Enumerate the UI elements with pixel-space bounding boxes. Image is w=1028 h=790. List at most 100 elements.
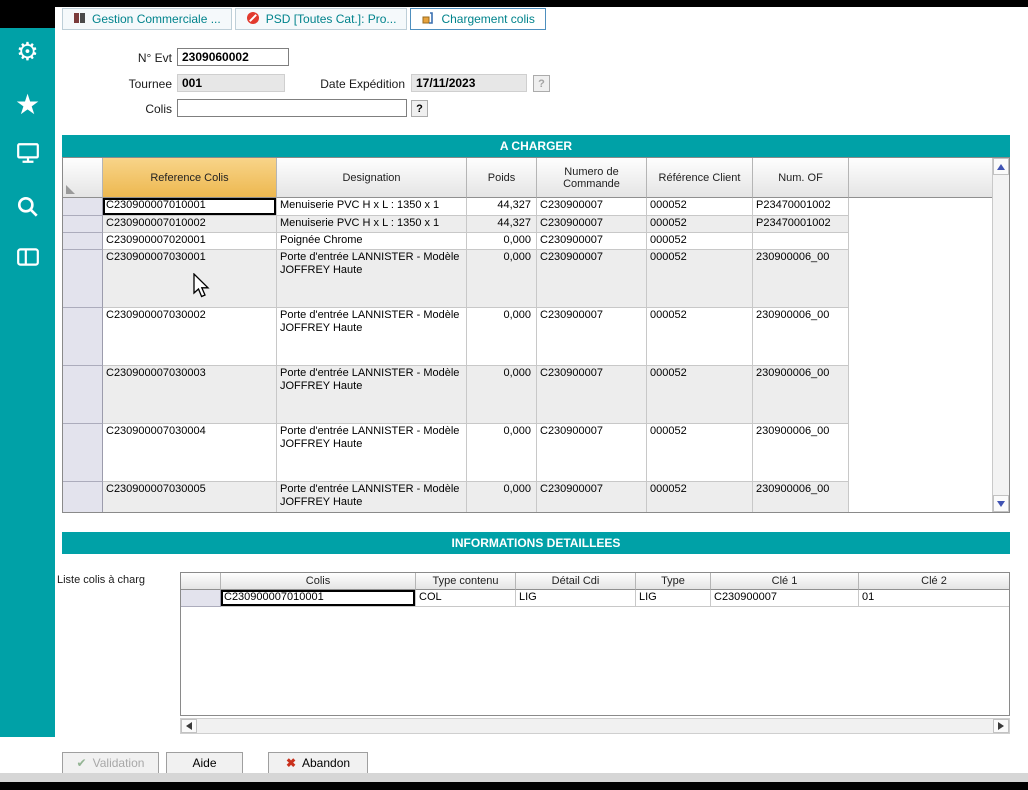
cell-num-of[interactable]: 230900006_00 — [753, 424, 849, 482]
sidebar-item-settings[interactable]: ⚙ — [0, 36, 55, 68]
cell-num-of[interactable]: P23470001002 — [753, 198, 849, 216]
validation-button[interactable]: ✔ Validation — [62, 752, 159, 774]
cell-poids[interactable]: 0,000 — [467, 482, 537, 512]
header-colis[interactable]: Colis — [221, 573, 416, 590]
row-selector[interactable] — [63, 308, 103, 366]
cell-num-of[interactable]: 230900006_00 — [753, 482, 849, 512]
header-reference-colis[interactable]: Reference Colis — [103, 158, 277, 198]
header-numero-commande[interactable]: Numero de Commande — [537, 158, 647, 198]
header-cle2[interactable]: Clé 2 — [859, 573, 1009, 590]
cell-client[interactable]: 000052 — [647, 366, 753, 424]
cell-designation[interactable]: Poignée Chrome — [277, 233, 467, 250]
date-expedition-field[interactable]: 17/11/2023 — [411, 74, 527, 92]
cell-client[interactable]: 000052 — [647, 482, 753, 512]
header-num-of[interactable]: Num. OF — [753, 158, 849, 198]
tab-gestion-commerciale[interactable]: Gestion Commerciale ... — [62, 8, 232, 30]
cell-commande[interactable]: C230900007 — [537, 233, 647, 250]
header-type-contenu[interactable]: Type contenu — [416, 573, 516, 590]
cell-designation[interactable]: Menuiserie PVC H x L : 1350 x 1 — [277, 216, 467, 233]
sidebar-item-monitor[interactable] — [0, 139, 55, 171]
row-selector[interactable] — [63, 482, 103, 512]
cell-poids[interactable]: 44,327 — [467, 216, 537, 233]
header-poids[interactable]: Poids — [467, 158, 537, 198]
header-detail-cdi[interactable]: Détail Cdi — [516, 573, 636, 590]
horizontal-scrollbar[interactable] — [180, 718, 1010, 734]
scroll-up-button[interactable] — [993, 158, 1009, 175]
cell-client[interactable]: 000052 — [647, 198, 753, 216]
cell-commande[interactable]: C230900007 — [537, 424, 647, 482]
cell-reference-colis[interactable]: C230900007030002 — [103, 308, 277, 366]
scroll-down-button[interactable] — [993, 495, 1009, 512]
cell-num-of[interactable]: 230900006_00 — [753, 366, 849, 424]
tournee-field[interactable]: 001 — [177, 74, 285, 92]
cell-poids[interactable]: 44,327 — [467, 198, 537, 216]
cell-reference-colis[interactable]: C230900007010001 — [103, 198, 277, 216]
scroll-right-button[interactable] — [993, 719, 1009, 733]
header-type[interactable]: Type — [636, 573, 711, 590]
row-selector[interactable] — [63, 198, 103, 216]
cell-reference-colis[interactable]: C230900007030005 — [103, 482, 277, 512]
cell-num-of[interactable]: 230900006_00 — [753, 250, 849, 308]
sidebar-item-search[interactable] — [0, 193, 55, 225]
details-select-all[interactable] — [181, 573, 221, 590]
cell-client[interactable]: 000052 — [647, 250, 753, 308]
cell-commande[interactable]: C230900007 — [537, 198, 647, 216]
cell-client[interactable]: 000052 — [647, 233, 753, 250]
sidebar-item-favorites[interactable]: ★ — [0, 89, 55, 121]
row-selector[interactable] — [63, 216, 103, 233]
cell-num-of[interactable]: 230900006_00 — [753, 308, 849, 366]
vertical-scrollbar[interactable] — [992, 158, 1009, 512]
row-selector[interactable] — [63, 250, 103, 308]
colis-input[interactable] — [177, 99, 407, 117]
cell-commande[interactable]: C230900007 — [537, 308, 647, 366]
cell-designation[interactable]: Porte d'entrée LANNISTER - Modèle JOFFRE… — [277, 366, 467, 424]
cell-reference-colis[interactable]: C230900007030003 — [103, 366, 277, 424]
scroll-left-button[interactable] — [181, 719, 197, 733]
cell-client[interactable]: 000052 — [647, 308, 753, 366]
aide-button[interactable]: Aide — [166, 752, 243, 774]
row-selector[interactable] — [63, 424, 103, 482]
cell-reference-colis[interactable]: C230900007030001 — [103, 250, 277, 308]
abandon-button[interactable]: ✖ Abandon — [268, 752, 368, 774]
cell-reference-colis[interactable]: C230900007010002 — [103, 216, 277, 233]
colis-help-button[interactable]: ? — [411, 100, 428, 117]
cell-commande[interactable]: C230900007 — [537, 482, 647, 512]
cell-poids[interactable]: 0,000 — [467, 424, 537, 482]
cell-cle2[interactable]: 01 — [859, 590, 1009, 607]
row-selector[interactable] — [63, 233, 103, 250]
cell-reference-colis[interactable]: C230900007030004 — [103, 424, 277, 482]
cell-poids[interactable]: 0,000 — [467, 250, 537, 308]
header-cle1[interactable]: Clé 1 — [711, 573, 859, 590]
cell-designation[interactable]: Porte d'entrée LANNISTER - Modèle JOFFRE… — [277, 424, 467, 482]
cell-commande[interactable]: C230900007 — [537, 366, 647, 424]
cell-commande[interactable]: C230900007 — [537, 250, 647, 308]
tab-chargement-colis[interactable]: Chargement colis — [410, 8, 545, 30]
cell-type-contenu[interactable]: COL — [416, 590, 516, 607]
cell-designation[interactable]: Menuiserie PVC H x L : 1350 x 1 — [277, 198, 467, 216]
cell-designation[interactable]: Porte d'entrée LANNISTER - Modèle JOFFRE… — [277, 250, 467, 308]
cell-detail-cdi[interactable]: LIG — [516, 590, 636, 607]
row-selector[interactable] — [63, 366, 103, 424]
cell-num-of[interactable] — [753, 233, 849, 250]
tab-psd[interactable]: PSD [Toutes Cat.]: Pro... — [235, 8, 408, 30]
cell-client[interactable]: 000052 — [647, 424, 753, 482]
cell-poids[interactable]: 0,000 — [467, 308, 537, 366]
cell-reference-colis[interactable]: C230900007020001 — [103, 233, 277, 250]
header-designation[interactable]: Designation — [277, 158, 467, 198]
cell-client[interactable]: 000052 — [647, 216, 753, 233]
cell-poids[interactable]: 0,000 — [467, 233, 537, 250]
row-selector[interactable] — [181, 590, 221, 607]
cell-type[interactable]: LIG — [636, 590, 711, 607]
cell-commande[interactable]: C230900007 — [537, 216, 647, 233]
cell-poids[interactable]: 0,000 — [467, 366, 537, 424]
cell-designation[interactable]: Porte d'entrée LANNISTER - Modèle JOFFRE… — [277, 482, 467, 512]
cell-colis[interactable]: C230900007010001 — [221, 590, 416, 607]
nevt-field[interactable]: 2309060002 — [177, 48, 289, 66]
cell-num-of[interactable]: P23470001002 — [753, 216, 849, 233]
date-help-button[interactable]: ? — [533, 75, 550, 92]
select-all-corner[interactable] — [63, 158, 103, 198]
cell-designation[interactable]: Porte d'entrée LANNISTER - Modèle JOFFRE… — [277, 308, 467, 366]
cell-cle1[interactable]: C230900007 — [711, 590, 859, 607]
header-reference-client[interactable]: Référence Client — [647, 158, 753, 198]
sidebar-item-browse[interactable] — [0, 243, 55, 275]
